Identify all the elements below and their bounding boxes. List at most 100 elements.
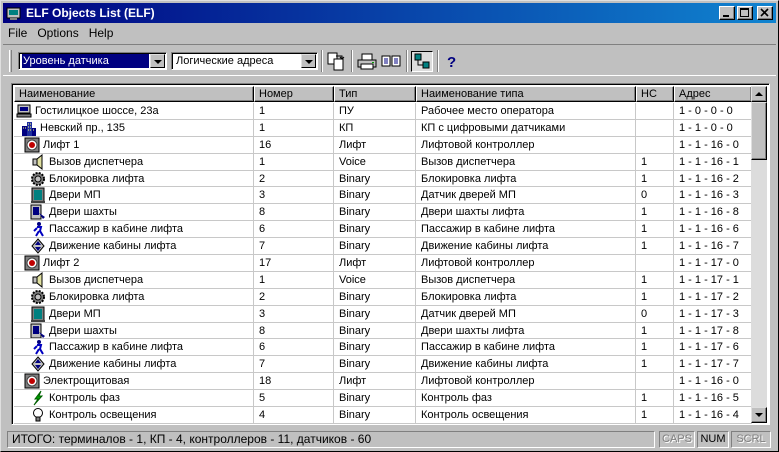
scroll-down-button[interactable]: [751, 407, 767, 423]
shaft-door-icon: [30, 204, 46, 220]
object-name: Гостилицкое шоссе, 23а: [35, 104, 159, 117]
cell-name: Пассажир в кабине лифта: [14, 221, 254, 239]
speaker-icon: [30, 153, 46, 170]
speaker-icon: [30, 271, 46, 288]
table-row[interactable]: Невский пр., 135 1 КП КП с цифровыми датчик…: [14, 119, 752, 137]
cell-type: Binary: [334, 322, 416, 340]
cell-ns: 1: [636, 407, 674, 424]
address-combo[interactable]: Логические адреса: [171, 52, 318, 70]
table-row[interactable]: Лифт 2 17 Лифт Лифтовой контроллер 1 - 1 - 1…: [14, 255, 752, 272]
table-row[interactable]: Гостилицкое шоссе, 23а 1 ПУ Рабочее место о…: [14, 103, 752, 120]
cell-ns: 1: [636, 221, 674, 239]
list-rows: Гостилицкое шоссе, 23а 1 ПУ Рабочее место о…: [14, 103, 752, 424]
close-button[interactable]: [757, 6, 773, 20]
cell-type-name: Пассажир в кабине лифта: [416, 339, 636, 357]
cell-type: Лифт: [334, 255, 416, 272]
cell-number: 5: [254, 390, 334, 408]
column-header-address[interactable]: Адрес: [674, 86, 752, 102]
menu-file[interactable]: File: [3, 26, 32, 40]
object-name: Пассажир в кабине лифта: [49, 223, 183, 236]
table-row[interactable]: Блокировка лифта 2 Binary Блокировка лифта 1…: [14, 170, 752, 188]
cell-type-name: Вызов диспетчера: [416, 271, 636, 289]
cell-ns: [636, 103, 674, 120]
toolbar-grip[interactable]: [9, 50, 12, 72]
vertical-scrollbar[interactable]: [751, 86, 767, 423]
object-name: Контроль фаз: [49, 392, 120, 405]
table-row[interactable]: Двери шахты 8 Binary Двери шахты лифта 1 1 - …: [14, 204, 752, 222]
object-name: Двери шахты: [49, 206, 117, 219]
shaft-door-icon: [30, 323, 46, 339]
column-header-type-name[interactable]: Наименование типа: [416, 86, 636, 102]
table-row[interactable]: Движение кабины лифта 7 Binary Движение каб…: [14, 356, 752, 374]
menu-options[interactable]: Options: [32, 26, 83, 40]
cell-type-name: Лифтовой контроллер: [416, 136, 636, 154]
cell-number: 18: [254, 373, 334, 391]
table-row[interactable]: Вызов диспетчера 1 Voice Вызов диспетчера 1 1…: [14, 271, 752, 289]
object-name: Контроль освещения: [49, 408, 157, 421]
table-row[interactable]: Контроль освещения 4 Binary Контроль освеще…: [14, 407, 752, 424]
table-row[interactable]: Движение кабины лифта 7 Binary Движение каб…: [14, 238, 752, 256]
table-row[interactable]: Двери шахты 8 Binary Двери шахты лифта 1 1 - …: [14, 322, 752, 340]
preview-button[interactable]: [380, 51, 402, 72]
column-header-ns[interactable]: НС: [636, 86, 674, 102]
cell-ns: 1: [636, 356, 674, 374]
table-row[interactable]: Двери МП 3 Binary Датчик дверей МП 0 1 - 1 - …: [14, 187, 752, 205]
cell-ns: [636, 255, 674, 272]
cell-ns: 1: [636, 204, 674, 222]
chevron-down-icon[interactable]: [301, 54, 316, 68]
cell-name: Двери МП: [14, 187, 254, 205]
scrl-indicator: SCRL: [731, 431, 771, 448]
chevron-down-icon[interactable]: [150, 54, 165, 68]
cell-name: Блокировка лифта: [14, 170, 254, 188]
status-bar: ИТОГО: терминалов - 1, КП - 4, контролле…: [3, 429, 776, 449]
minimize-button[interactable]: [719, 6, 735, 20]
cell-number: 1: [254, 119, 334, 137]
cell-type: Binary: [334, 288, 416, 306]
table-row[interactable]: Контроль фаз 5 Binary Контроль фаз 1 1 - 1 - …: [14, 390, 752, 408]
table-row[interactable]: Лифт 1 16 Лифт Лифтовой контроллер 1 - 1 - 1…: [14, 136, 752, 154]
cell-address: 1 - 1 - 16 - 0: [674, 136, 752, 154]
table-row[interactable]: Вызов диспетчера 1 Voice Вызов диспетчера 1 1…: [14, 153, 752, 171]
level-combo[interactable]: Уровень датчика: [18, 52, 167, 70]
cell-number: 1: [254, 103, 334, 120]
network-view-button[interactable]: [411, 51, 433, 72]
cell-address: 1 - 1 - 16 - 1: [674, 153, 752, 171]
title-bar[interactable]: ELF Objects List (ELF): [3, 3, 776, 23]
toolbar-separator: [351, 50, 353, 72]
cell-type-name: Датчик дверей МП: [416, 187, 636, 205]
table-row[interactable]: Блокировка лифта 2 Binary Блокировка лифта 1…: [14, 288, 752, 306]
scroll-up-button[interactable]: [751, 86, 767, 102]
app-icon[interactable]: [6, 5, 22, 21]
export-button[interactable]: [325, 51, 347, 72]
help-icon[interactable]: ?: [441, 51, 463, 72]
cell-number: 3: [254, 305, 334, 323]
maximize-button[interactable]: [737, 6, 753, 20]
object-name: Лифт 1: [43, 138, 80, 151]
cell-ns: [636, 373, 674, 391]
cell-address: 1 - 1 - 16 - 3: [674, 187, 752, 205]
column-header-name[interactable]: Наименование: [14, 86, 254, 102]
cell-number: 7: [254, 238, 334, 256]
column-header-number[interactable]: Номер: [254, 86, 334, 102]
cell-address: 1 - 1 - 16 - 8: [674, 204, 752, 222]
object-name: Движение кабины лифта: [49, 240, 177, 253]
objects-list[interactable]: Наименование Номер Тип Наименование типа…: [11, 83, 770, 425]
column-header-type[interactable]: Тип: [334, 86, 416, 102]
elevator-controller-icon: [24, 255, 40, 271]
menu-help[interactable]: Help: [84, 26, 119, 40]
cell-address: 1 - 1 - 17 - 2: [674, 288, 752, 306]
table-row[interactable]: Пассажир в кабине лифта 6 Binary Пассажир в…: [14, 221, 752, 239]
print-button[interactable]: [356, 51, 378, 72]
table-row[interactable]: Электрощитовая 18 Лифт Лифтовой контроллер 1…: [14, 373, 752, 391]
gear-icon: [30, 289, 46, 305]
table-row[interactable]: Двери МП 3 Binary Датчик дверей МП 0 1 - 1 - …: [14, 305, 752, 323]
table-row[interactable]: Пассажир в кабине лифта 6 Binary Пассажир в…: [14, 339, 752, 357]
cell-name: Вызов диспетчера: [14, 271, 254, 289]
scroll-thumb[interactable]: [751, 102, 767, 160]
cell-number: 8: [254, 204, 334, 222]
object-name: Вызов диспетчера: [49, 273, 144, 286]
building-icon: [21, 120, 37, 136]
object-name: Движение кабины лифта: [49, 358, 177, 371]
svg-text:?: ?: [447, 54, 456, 71]
lightning-icon: [30, 390, 46, 406]
